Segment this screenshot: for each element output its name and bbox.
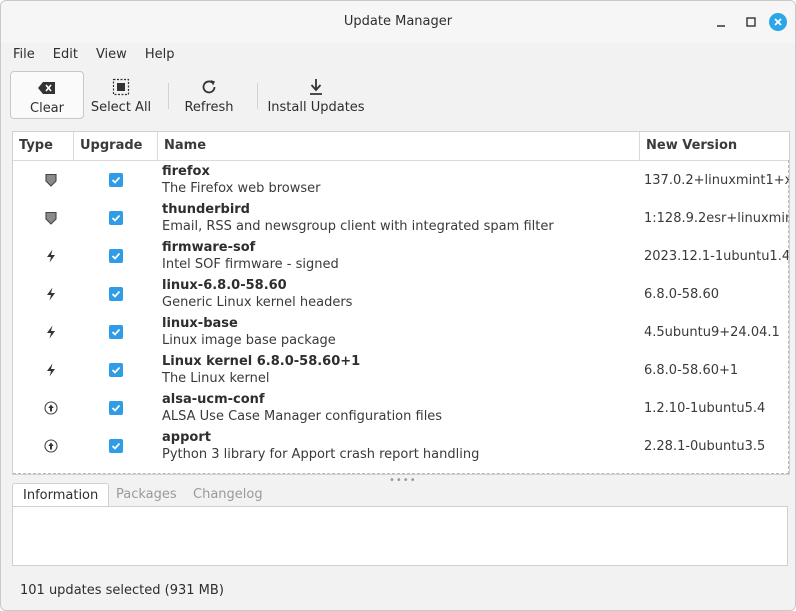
package-description: Generic Linux kernel headers (162, 295, 353, 310)
column-header-type[interactable]: Type (13, 132, 74, 160)
update-manager-window: Update Manager File Edit View Help Clear… (0, 0, 796, 611)
check-icon (111, 290, 121, 298)
maximize-icon (746, 17, 756, 27)
kernel-bolt-icon (43, 286, 59, 302)
close-button[interactable] (769, 13, 787, 31)
software-update-icon (43, 400, 59, 416)
information-panel (12, 506, 788, 566)
package-description: ALSA Use Case Manager configuration file… (162, 409, 443, 424)
package-version: 137.0.2+linuxmint1+xia (644, 173, 790, 188)
table-row[interactable]: alsa-ucm-conf ALSA Use Case Manager confi… (13, 389, 789, 427)
package-version: 4.5ubuntu9+24.04.1 (644, 325, 780, 340)
package-name: firefox (162, 164, 210, 179)
table-row[interactable]: firmware-sof Intel SOF firmware - signed 2… (13, 237, 789, 275)
check-icon (111, 214, 121, 222)
upgrade-checkbox[interactable] (109, 325, 123, 339)
check-icon (111, 328, 121, 336)
refresh-button[interactable]: Refresh (179, 71, 239, 119)
upgrade-checkbox[interactable] (109, 287, 123, 301)
tab-changelog[interactable]: Changelog (183, 483, 273, 507)
select-all-label: Select All (90, 100, 152, 115)
column-header-upgrade[interactable]: Upgrade (74, 132, 158, 160)
menu-edit[interactable]: Edit (47, 47, 84, 62)
check-icon (111, 404, 121, 412)
close-icon (774, 18, 782, 26)
install-updates-label: Install Updates (267, 100, 365, 115)
updates-list[interactable]: Type Upgrade Name New Version firefox The… (12, 131, 790, 475)
package-name: linux-base (162, 316, 238, 331)
tab-information[interactable]: Information (12, 483, 110, 508)
table-row[interactable]: apport Python 3 library for Apport crash … (13, 427, 789, 465)
toolbar-separator (168, 83, 169, 109)
clear-icon (38, 78, 56, 98)
package-name: linux-6.8.0-58.60 (162, 278, 287, 293)
package-version: 1:128.9.2esr+linuxmint1 (644, 211, 789, 226)
column-header-name[interactable]: Name (158, 132, 640, 160)
package-version: 2.28.1-0ubuntu3.5 (644, 439, 766, 454)
window-title: Update Manager (343, 14, 453, 29)
menu-bar: File Edit View Help (1, 43, 795, 65)
upgrade-checkbox[interactable] (109, 401, 123, 415)
minimize-icon (717, 25, 725, 27)
column-header-version[interactable]: New Version (640, 132, 789, 160)
list-header: Type Upgrade Name New Version (13, 132, 789, 161)
tab-packages[interactable]: Packages (106, 483, 187, 507)
table-row[interactable]: firefox The Firefox web browser 137.0.2+li… (13, 161, 789, 199)
install-updates-button[interactable]: Install Updates (267, 71, 365, 119)
toolbar-separator (257, 83, 258, 109)
package-version: 6.8.0-58.60 (644, 287, 719, 302)
kernel-bolt-icon (43, 248, 59, 264)
menu-help[interactable]: Help (139, 47, 181, 62)
maximize-button[interactable] (742, 13, 760, 31)
package-name: firmware-sof (162, 240, 256, 255)
upgrade-checkbox[interactable] (109, 249, 123, 263)
list-border-dashed (788, 160, 789, 474)
clear-label: Clear (30, 101, 64, 116)
table-row[interactable]: linux-base Linux image base package 4.5ubu… (13, 313, 789, 351)
upgrade-checkbox[interactable] (109, 211, 123, 225)
table-row[interactable]: thunderbird Email, RSS and newsgroup clie… (13, 199, 789, 237)
package-name: Linux kernel 6.8.0-58.60+1 (162, 354, 361, 369)
table-row[interactable]: Linux kernel 6.8.0-58.60+1 The Linux kern… (13, 351, 789, 389)
refresh-icon (200, 77, 218, 97)
package-version: 2023.12.1-1ubuntu1.4 (644, 249, 790, 264)
package-name: thunderbird (162, 202, 250, 217)
package-version: 6.8.0-58.60+1 (644, 363, 739, 378)
minimize-button[interactable] (712, 13, 730, 31)
table-row[interactable]: linux-6.8.0-58.60 Generic Linux kernel he… (13, 275, 789, 313)
upgrade-checkbox[interactable] (109, 173, 123, 187)
check-icon (111, 366, 121, 374)
security-shield-icon (43, 210, 59, 226)
package-description: Linux image base package (162, 333, 336, 348)
refresh-label: Refresh (184, 100, 234, 115)
select-all-button[interactable]: Select All (88, 71, 154, 119)
select-all-icon (112, 77, 130, 97)
toolbar: Clear Select All Refresh Install Updates (1, 67, 795, 123)
package-description: The Linux kernel (162, 371, 270, 386)
download-icon (307, 77, 325, 97)
package-name: apport (162, 430, 211, 445)
clear-button[interactable]: Clear (10, 71, 84, 119)
upgrade-checkbox[interactable] (109, 363, 123, 377)
info-tabs: Information Packages Changelog (12, 483, 788, 508)
list-border-dashed (13, 473, 789, 474)
title-bar: Update Manager (1, 1, 795, 43)
package-description: Email, RSS and newsgroup client with int… (162, 219, 554, 234)
kernel-bolt-icon (43, 362, 59, 378)
menu-view[interactable]: View (90, 47, 133, 62)
package-name: alsa-ucm-conf (162, 392, 265, 407)
menu-file[interactable]: File (7, 47, 41, 62)
security-shield-icon (43, 172, 59, 188)
upgrade-checkbox[interactable] (109, 439, 123, 453)
kernel-bolt-icon (43, 324, 59, 340)
package-description: The Firefox web browser (162, 181, 321, 196)
package-version: 1.2.10-1ubuntu5.4 (644, 401, 766, 416)
check-icon (111, 442, 121, 450)
package-description: Intel SOF firmware - signed (162, 257, 339, 272)
software-update-icon (43, 438, 59, 454)
check-icon (111, 252, 121, 260)
check-icon (111, 176, 121, 184)
status-bar: 101 updates selected (931 MB) (20, 583, 224, 598)
package-description: Python 3 library for Apport crash report… (162, 447, 480, 462)
